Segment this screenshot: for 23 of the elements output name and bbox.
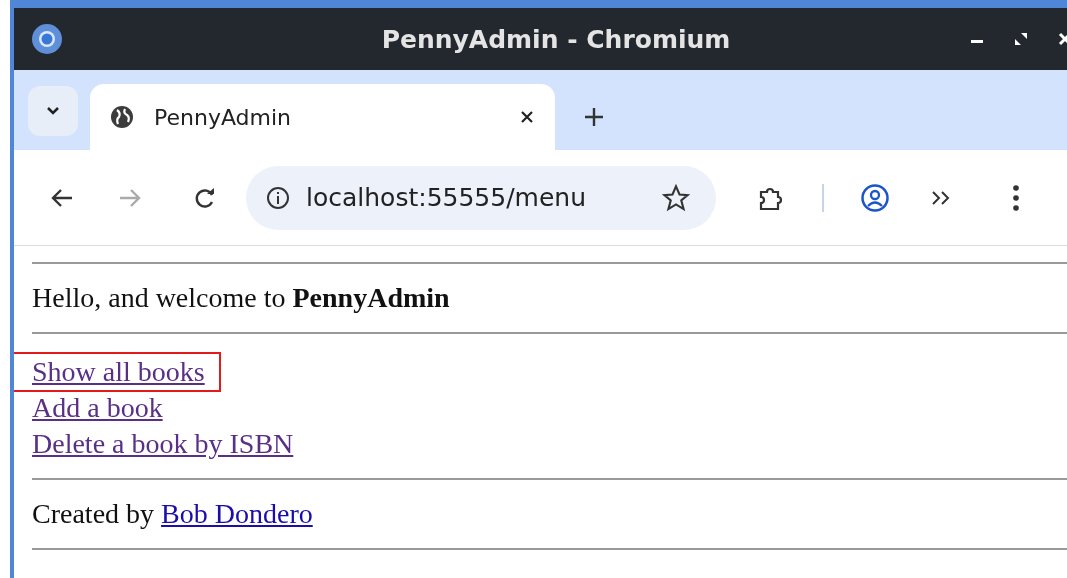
- restore-icon[interactable]: [1013, 31, 1029, 47]
- menu-icon[interactable]: [1012, 183, 1020, 212]
- author-link[interactable]: Bob Dondero: [161, 498, 313, 529]
- new-tab-icon[interactable]: [583, 106, 605, 128]
- profile-icon[interactable]: [860, 182, 890, 213]
- menu-link[interactable]: Add a book: [32, 390, 163, 426]
- star-icon[interactable]: [662, 183, 690, 212]
- window-title: PennyAdmin - Chromium: [380, 24, 732, 54]
- greeting-text: Hello, and welcome to PennyAdmin: [32, 282, 451, 314]
- chevron-down-icon: [46, 106, 60, 116]
- menu-link[interactable]: Delete a book by ISBN: [32, 426, 294, 462]
- reload-icon[interactable]: [194, 186, 216, 209]
- browser-tab[interactable]: PennyAdmin: [90, 84, 555, 150]
- credit-text: Created by: [32, 498, 155, 529]
- menu-link[interactable]: Show all books: [14, 354, 219, 390]
- close-tab-icon[interactable]: [519, 109, 535, 125]
- address-bar[interactable]: localhost:55555/menu: [246, 165, 716, 230]
- back-icon[interactable]: [50, 186, 74, 209]
- tab-title: PennyAdmin: [154, 104, 292, 130]
- url-text: localhost:55555/menu: [306, 183, 587, 212]
- info-icon[interactable]: [266, 185, 290, 210]
- double-chevron-icon[interactable]: [930, 188, 952, 207]
- browser-logo-icon: [31, 23, 63, 55]
